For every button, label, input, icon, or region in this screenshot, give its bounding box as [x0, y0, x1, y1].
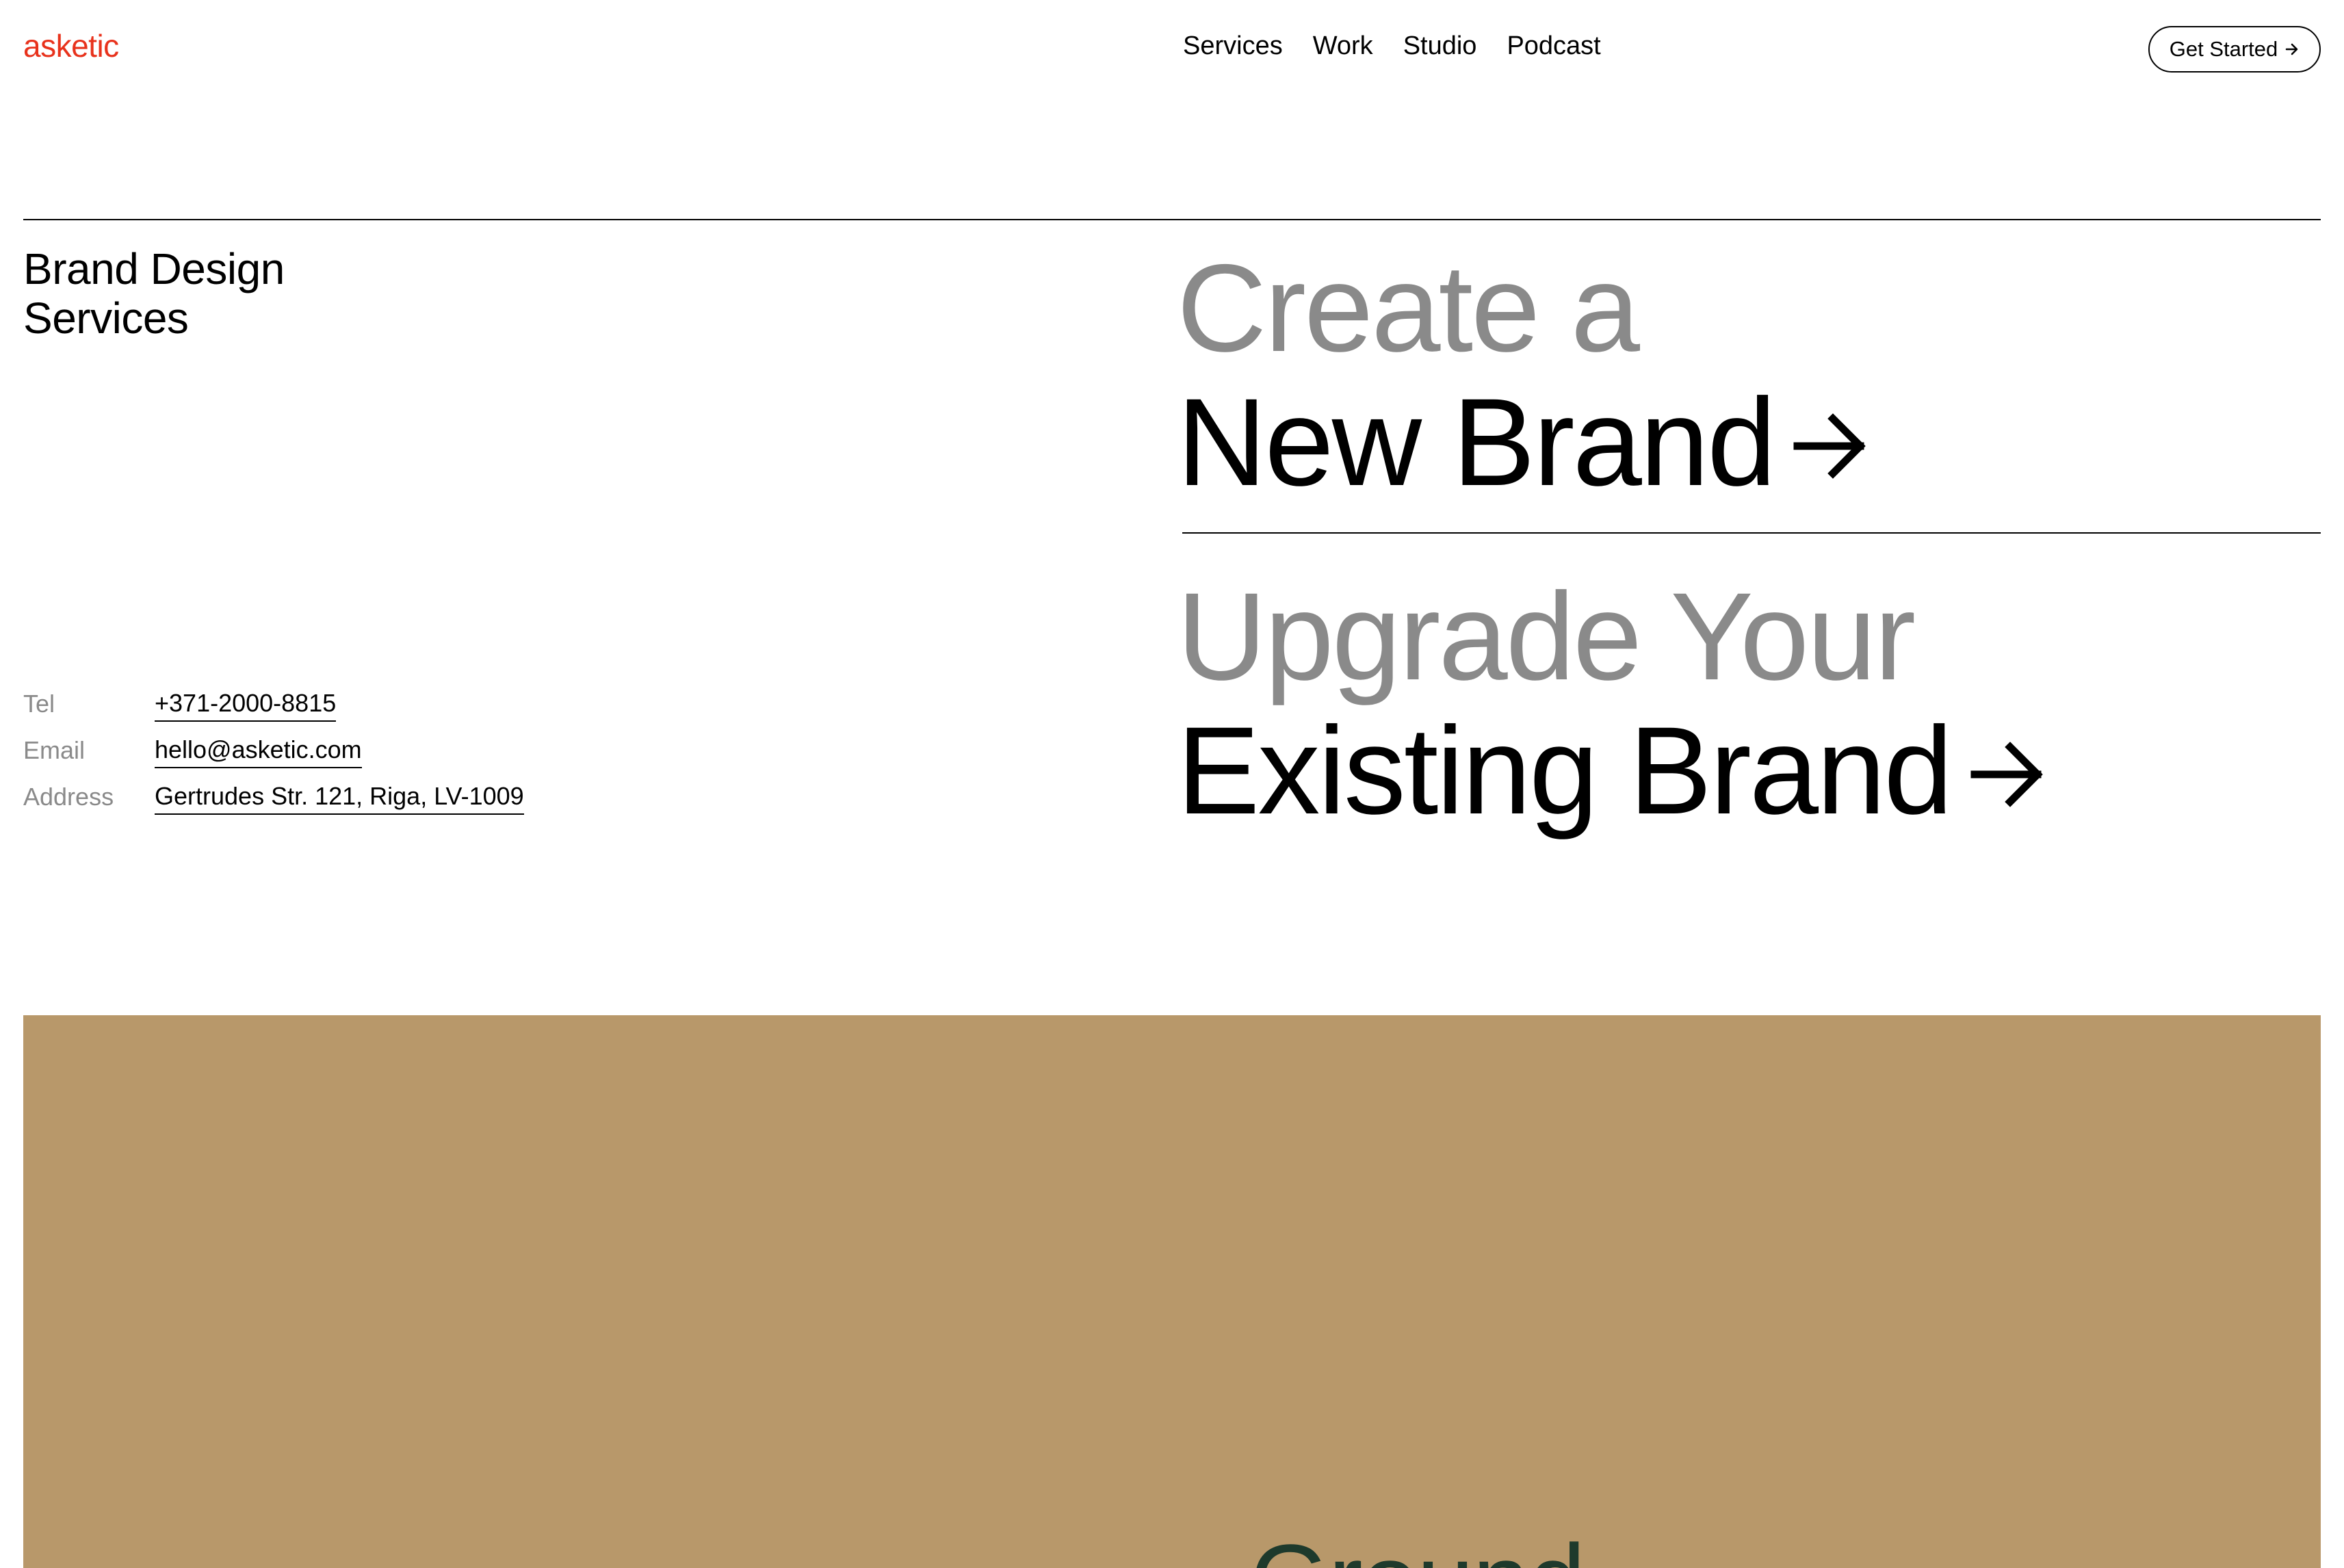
- section-title-line2: Services: [23, 293, 189, 343]
- offer-line-primary: New Brand: [1177, 375, 1868, 509]
- offer-title: New Brand: [1177, 372, 1776, 512]
- email-link[interactable]: hello@asketic.com: [155, 734, 362, 768]
- offer-title: Existing Brand: [1177, 701, 1953, 840]
- featured-case-image[interactable]: Ground: [23, 1015, 2321, 1568]
- address-link[interactable]: Gertrudes Str. 121, Riga, LV-1009: [155, 781, 524, 815]
- section-title: Brand Design Services: [23, 244, 406, 343]
- get-started-label: Get Started: [2169, 37, 2278, 61]
- brand-mark-graphic: [798, 1542, 1223, 1568]
- offer-line-muted: Create a: [1177, 238, 1640, 378]
- create-new-brand-link[interactable]: Create a New Brand: [1177, 241, 1868, 509]
- nav-item-studio[interactable]: Studio: [1403, 31, 1477, 61]
- contact-row-address: Address Gertrudes Str. 121, Riga, LV-100…: [23, 781, 524, 827]
- arrow-right-icon: [1793, 413, 1866, 479]
- page: asketic Services Work Studio Podcast Get…: [0, 0, 2344, 1568]
- upgrade-existing-brand-link[interactable]: Upgrade Your Existing Brand: [1177, 569, 2046, 837]
- nav-item-podcast[interactable]: Podcast: [1507, 31, 1600, 61]
- phone-link[interactable]: +371-2000-8815: [155, 688, 337, 722]
- nav-item-services[interactable]: Services: [1183, 31, 1283, 61]
- logo[interactable]: asketic: [23, 27, 119, 64]
- contact-label: Address: [23, 783, 114, 811]
- offer-divider: [1182, 532, 2321, 534]
- nav-item-work[interactable]: Work: [1313, 31, 1373, 61]
- get-started-button[interactable]: Get Started: [2148, 26, 2321, 73]
- contact-label: Email: [23, 736, 86, 764]
- section-title-line1: Brand Design: [23, 244, 285, 293]
- top-divider: [23, 219, 2321, 220]
- contact-row-tel: Tel +371-2000-8815: [23, 688, 524, 734]
- contact-list: Tel +371-2000-8815 Email hello@asketic.c…: [23, 688, 524, 827]
- feature-title: Ground: [1250, 1521, 1585, 1568]
- main-nav: Services Work Studio Podcast: [1183, 31, 1601, 61]
- offer-line-primary: Existing Brand: [1177, 703, 2046, 837]
- contact-label: Tel: [23, 690, 55, 718]
- offer-line-muted: Upgrade Your: [1177, 566, 1916, 706]
- arrow-right-icon: [2284, 42, 2300, 57]
- contact-row-email: Email hello@asketic.com: [23, 734, 524, 781]
- arrow-right-icon: [1970, 742, 2043, 807]
